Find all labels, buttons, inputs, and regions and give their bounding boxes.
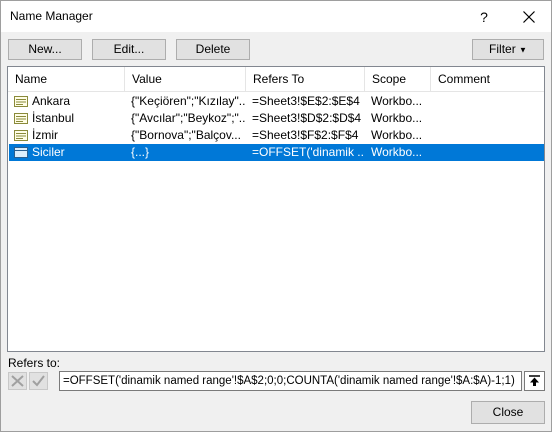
cell-comment (437, 127, 543, 144)
named-range-icon (14, 113, 28, 124)
cell-name: Ankara (32, 94, 71, 108)
table-row-selected[interactable]: Siciler {...} =OFFSET('dinamik ... Workb… (9, 144, 544, 161)
column-header-value[interactable]: Value (125, 67, 245, 91)
names-list[interactable]: Name Value Refers To Scope Comment Ankar… (7, 66, 545, 352)
collapse-up-arrow-icon (529, 375, 540, 386)
cancel-x-icon (11, 375, 24, 387)
table-row[interactable]: Ankara {"Keçiören";"Kızılay"... =Sheet3!… (9, 93, 544, 110)
new-button[interactable]: New... (8, 39, 82, 60)
close-button-label: Close (492, 405, 524, 419)
cell-comment (437, 110, 543, 127)
cell-name: Siciler (32, 145, 65, 159)
named-table-icon (14, 147, 28, 158)
cell-value: {"Keçiören";"Kızılay"... (131, 94, 245, 108)
cell-refers-to: =Sheet3!$E$2:$E$4 (252, 94, 360, 108)
table-row[interactable]: İstanbul {"Avcılar";"Beykoz";"... =Sheet… (9, 110, 544, 127)
close-window-icon[interactable] (519, 7, 539, 27)
column-header-name[interactable]: Name (8, 67, 125, 91)
delete-button[interactable]: Delete (176, 39, 250, 60)
column-header-refers-to[interactable]: Refers To (246, 67, 364, 91)
cell-scope: Workbo... (371, 111, 423, 125)
name-manager-dialog: Name Manager ? New... Edit... Delete Fil… (0, 0, 552, 432)
cell-name: İzmir (32, 128, 58, 142)
title-bar: Name Manager ? (1, 1, 551, 32)
dropdown-arrow-icon: ▼ (519, 45, 527, 55)
window-title: Name Manager (10, 9, 93, 23)
named-range-icon (14, 130, 28, 141)
cell-refers-to: =Sheet3!$D$2:$D$4 (252, 111, 362, 125)
refers-to-input[interactable]: =OFFSET('dinamik named range'!$A$2;0;0;C… (59, 371, 522, 391)
column-header-comment[interactable]: Comment (431, 67, 544, 91)
filter-button-label: Filter (489, 42, 516, 56)
cell-comment (437, 144, 543, 161)
close-button[interactable]: Close (471, 401, 545, 424)
column-header-scope[interactable]: Scope (365, 67, 430, 91)
cell-comment (437, 93, 543, 110)
edit-button[interactable]: Edit... (92, 39, 166, 60)
cell-value: {"Bornova";"Balçov... (131, 128, 241, 142)
delete-button-label: Delete (195, 42, 231, 56)
list-header: Name Value Refers To Scope Comment (8, 67, 544, 92)
new-button-label: New... (28, 42, 62, 56)
cell-name: İstanbul (32, 111, 75, 125)
confirm-edit-button[interactable] (29, 372, 48, 390)
cell-value: {"Avcılar";"Beykoz";"... (131, 111, 245, 125)
cell-refers-to: =Sheet3!$F$2:$F$4 (252, 128, 359, 142)
checkmark-icon (32, 375, 45, 387)
filter-button[interactable]: Filter ▼ (472, 39, 544, 60)
collapse-dialog-button[interactable] (524, 371, 545, 391)
cell-refers-to: =OFFSET('dinamik ... (252, 145, 364, 159)
edit-button-label: Edit... (113, 42, 145, 56)
help-button[interactable]: ? (474, 8, 494, 26)
cell-scope: Workbo... (371, 128, 423, 142)
cancel-edit-button[interactable] (8, 372, 27, 390)
cell-scope: Workbo... (371, 145, 423, 159)
cell-value: {...} (131, 145, 150, 159)
named-range-icon (14, 96, 28, 107)
cell-scope: Workbo... (371, 94, 423, 108)
refers-to-label: Refers to: (8, 356, 61, 370)
table-row[interactable]: İzmir {"Bornova";"Balçov... =Sheet3!$F$2… (9, 127, 544, 144)
